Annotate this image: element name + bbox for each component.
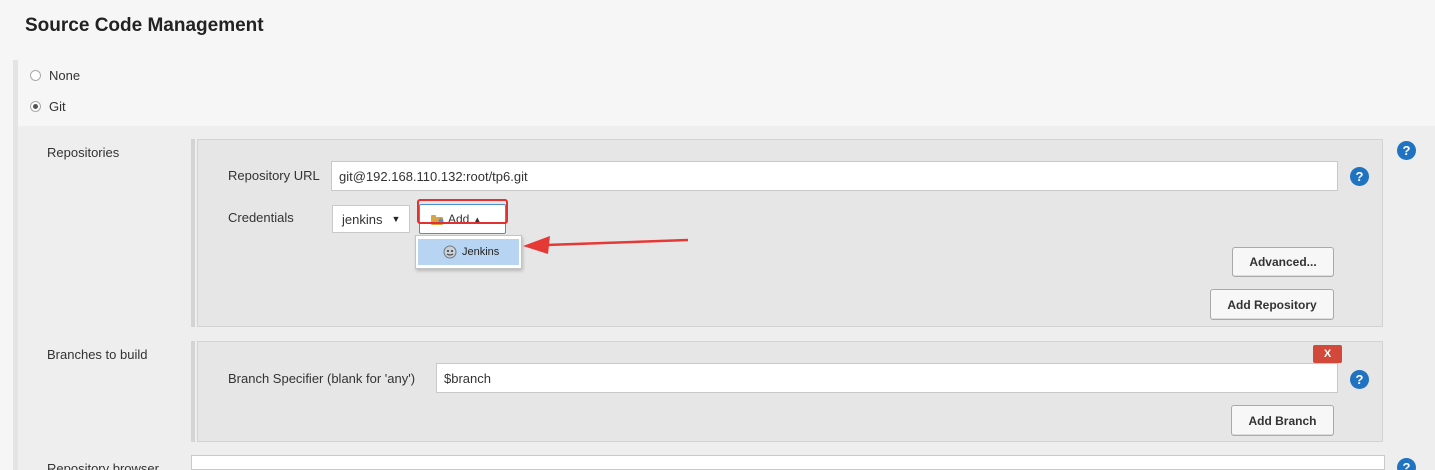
radio-git-label: Git bbox=[49, 99, 66, 114]
jenkins-icon bbox=[443, 245, 457, 259]
radio-git[interactable] bbox=[30, 101, 41, 112]
repositories-label: Repositories bbox=[47, 145, 120, 160]
highlight-box bbox=[417, 199, 508, 224]
repository-browser-help-icon[interactable]: ? bbox=[1397, 458, 1416, 470]
branches-label: Branches to build bbox=[47, 347, 148, 362]
add-credentials-menu: Jenkins bbox=[415, 235, 522, 269]
repository-url-input[interactable]: git@192.168.110.132:root/tp6.git bbox=[331, 161, 1338, 191]
radio-none-label: None bbox=[49, 68, 81, 83]
repository-browser-select[interactable] bbox=[191, 455, 1385, 470]
add-repository-button[interactable]: Add Repository bbox=[1210, 289, 1334, 320]
branch-specifier-input[interactable]: $branch bbox=[436, 363, 1338, 393]
repository-browser-label: Repository browser bbox=[47, 461, 159, 470]
scm-option-git[interactable]: Git bbox=[30, 99, 66, 114]
scm-option-none[interactable]: None bbox=[30, 68, 80, 83]
credentials-select[interactable]: jenkins ▼ bbox=[332, 205, 410, 233]
repository-url-label: Repository URL bbox=[228, 168, 320, 183]
dropdown-arrow-icon: ▼ bbox=[391, 214, 401, 224]
repositories-help-icon[interactable]: ? bbox=[1397, 141, 1416, 160]
menu-item-jenkins-label: Jenkins bbox=[462, 246, 500, 258]
credentials-label: Credentials bbox=[228, 210, 294, 225]
section-title: Source Code Management bbox=[25, 15, 264, 36]
menu-item-jenkins[interactable]: Jenkins bbox=[418, 239, 519, 265]
annotation-arrow bbox=[523, 236, 689, 254]
branch-specifier-help-icon[interactable]: ? bbox=[1350, 370, 1369, 389]
branches-panel-bar bbox=[191, 341, 195, 442]
branch-specifier-label: Branch Specifier (blank for 'any') bbox=[228, 371, 416, 386]
repository-url-help-icon[interactable]: ? bbox=[1350, 167, 1369, 186]
radio-none[interactable] bbox=[30, 70, 41, 81]
credentials-select-value: jenkins bbox=[342, 211, 383, 227]
delete-branch-button[interactable]: X bbox=[1313, 345, 1342, 363]
repositories-panel-bar bbox=[191, 139, 195, 327]
add-branch-button[interactable]: Add Branch bbox=[1231, 405, 1334, 436]
advanced-button[interactable]: Advanced... bbox=[1232, 247, 1334, 277]
